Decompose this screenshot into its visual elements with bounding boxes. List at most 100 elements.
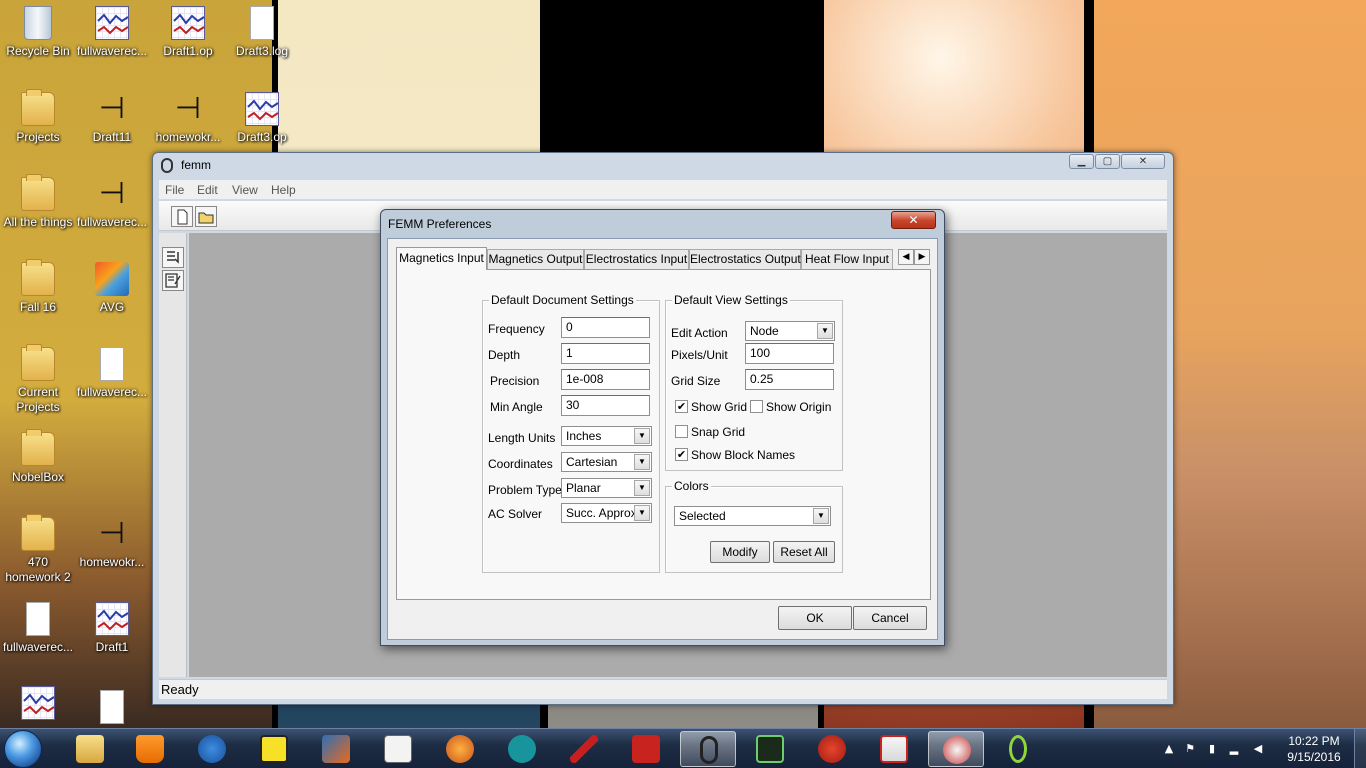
chevron-down-icon[interactable]: ▼: [817, 323, 833, 339]
show-hidden-icons-icon[interactable]: ▲: [1163, 743, 1175, 755]
desktop-icon-nobelbox[interactable]: NobelBox: [0, 429, 76, 485]
cancel-button[interactable]: Cancel: [853, 606, 927, 630]
flag-icon[interactable]: ⚑: [1184, 743, 1196, 755]
ok-button[interactable]: OK: [778, 606, 852, 630]
eagle-icon[interactable]: [866, 731, 922, 767]
color-select[interactable]: Selected ▼: [674, 506, 831, 526]
taskbar-app-glyph: [446, 735, 474, 763]
desktop-icon-recycle-bin[interactable]: Recycle Bin: [0, 6, 76, 59]
show-grid-checkbox[interactable]: ✔: [675, 400, 688, 413]
depth-field[interactable]: 1: [561, 343, 650, 364]
vlc-icon[interactable]: [122, 731, 178, 767]
femm-titlebar[interactable]: femm ▁ ▢ ✕: [153, 153, 1173, 179]
start-button[interactable]: [4, 730, 42, 768]
desktop-icon-document[interactable]: [74, 690, 150, 724]
menu-view[interactable]: View: [232, 183, 258, 197]
ac-solver-select[interactable]: Succ. Approx ▼: [561, 503, 652, 523]
chevron-down-icon[interactable]: ▼: [813, 508, 829, 524]
desktop-icon-fullwaverec-4[interactable]: fullwaverec...: [0, 602, 76, 655]
desktop-icon-draft1-op[interactable]: Draft1.op: [150, 6, 226, 59]
show-origin-checkbox[interactable]: [750, 400, 763, 413]
tab-magnetics-output[interactable]: Magnetics Output: [487, 249, 584, 269]
desktop-icon-draft3-log[interactable]: Draft3.log: [224, 6, 300, 59]
new-document-icon[interactable]: [171, 206, 193, 227]
desktop-icon-fullwaverec-3[interactable]: fullwaverec...: [74, 347, 150, 400]
preferences-dialog[interactable]: FEMM Preferences ✕ Magnetics Input Magne…: [380, 209, 945, 646]
solidworks-icon[interactable]: [618, 731, 674, 767]
volume-icon[interactable]: ◀: [1252, 743, 1264, 755]
taskbar-app-glyph: [818, 735, 846, 763]
battery-icon[interactable]: ▮: [1206, 743, 1218, 755]
edit-properties-icon[interactable]: [162, 270, 184, 291]
document-icon[interactable]: [370, 731, 426, 767]
snipping-tool-icon[interactable]: [928, 731, 984, 767]
femm-icon[interactable]: [680, 731, 736, 767]
network-icon[interactable]: ▂: [1228, 743, 1240, 755]
math-icon[interactable]: [432, 731, 488, 767]
problem-type-select[interactable]: Planar ▼: [561, 478, 652, 498]
coordinates-select[interactable]: Cartesian ▼: [561, 452, 652, 472]
chevron-down-icon[interactable]: ▼: [634, 480, 650, 496]
taskbar: ▲ ⚑ ▮ ▂ ◀ 10:22 PM 9/15/2016: [0, 728, 1366, 768]
sign-icon[interactable]: [246, 731, 302, 767]
clock-time[interactable]: 10:22 PM: [1284, 734, 1344, 748]
desktop-icon-fullwaverec-2[interactable]: ⊣ fullwaverec...: [74, 177, 150, 230]
app-icon[interactable]: [990, 731, 1046, 767]
scope-icon[interactable]: [742, 731, 798, 767]
chevron-down-icon[interactable]: ▼: [634, 428, 650, 444]
tab-heat-flow-input[interactable]: Heat Flow Input: [801, 249, 893, 269]
tab-scroll-right-icon[interactable]: ▶: [914, 249, 930, 265]
matlab-icon[interactable]: [308, 731, 364, 767]
arduino-icon[interactable]: [494, 731, 550, 767]
avg-icon: [95, 262, 129, 296]
ccleaner-icon[interactable]: [804, 731, 860, 767]
desktop-icon-draft1[interactable]: Draft1: [74, 602, 150, 655]
frequency-field[interactable]: 0: [561, 317, 650, 338]
show-desktop-button[interactable]: [1354, 729, 1366, 768]
firefox-icon[interactable]: [184, 731, 240, 767]
chevron-down-icon[interactable]: ▼: [634, 454, 650, 470]
desktop-icon-fullwaverec[interactable]: fullwaverec...: [74, 6, 150, 59]
maximize-button[interactable]: ▢: [1095, 154, 1120, 169]
modify-button[interactable]: Modify: [710, 541, 770, 563]
desktop-icon-avg[interactable]: AVG: [74, 262, 150, 315]
desktop-icon-homewokr[interactable]: ⊣ homewokr...: [150, 92, 226, 145]
file-explorer-icon[interactable]: [62, 731, 118, 767]
snap-grid-checkbox[interactable]: [675, 425, 688, 438]
minimize-button[interactable]: ▁: [1069, 154, 1094, 169]
tab-magnetics-input[interactable]: Magnetics Input: [396, 247, 487, 270]
desktop-icon-470-homework-2[interactable]: 470 homework 2: [0, 514, 76, 585]
dialog-close-button[interactable]: ✕: [891, 211, 936, 229]
desktop-icon-homewokr-2[interactable]: ⊣ homewokr...: [74, 517, 150, 570]
show-block-names-checkbox[interactable]: ✔: [675, 448, 688, 461]
desktop-icon-all-the-things[interactable]: All the things: [0, 174, 76, 230]
open-folder-icon[interactable]: [195, 206, 217, 227]
desktop-icon-projects[interactable]: Projects: [0, 89, 76, 145]
grid-size-field[interactable]: 0.25: [745, 369, 834, 390]
menu-file[interactable]: File: [165, 183, 184, 197]
folder-icon: [21, 174, 55, 211]
tab-scroll-left-icon[interactable]: ◀: [898, 249, 914, 265]
desktop-icon-draft11[interactable]: ⊣ Draft11: [74, 92, 150, 145]
length-units-select[interactable]: Inches ▼: [561, 426, 652, 446]
desktop-icon-draft3-op[interactable]: Draft3.op: [224, 92, 300, 145]
reset-all-button[interactable]: Reset All: [773, 541, 835, 563]
pixels-unit-field[interactable]: 100: [745, 343, 834, 364]
desktop-icon-current-projects[interactable]: Current Projects: [0, 344, 76, 415]
desktop-icon-plot-file[interactable]: [0, 686, 76, 720]
view-settings-group: Default View Settings Edit Action Node ▼…: [665, 293, 843, 471]
precision-field[interactable]: 1e-008: [561, 369, 650, 390]
solve-icon[interactable]: [162, 247, 184, 268]
min-angle-field[interactable]: 30: [561, 395, 650, 416]
desktop-icon-fall-16[interactable]: Fall 16: [0, 259, 76, 315]
menu-help[interactable]: Help: [271, 183, 296, 197]
chevron-down-icon[interactable]: ▼: [634, 505, 650, 521]
clock-date[interactable]: 9/15/2016: [1284, 750, 1344, 764]
menu-edit[interactable]: Edit: [197, 183, 218, 197]
tab-electrostatics-output[interactable]: Electrostatics Output: [689, 249, 801, 269]
femm-menubar: File Edit View Help: [159, 180, 1167, 200]
tab-electrostatics-input[interactable]: Electrostatics Input: [584, 249, 689, 269]
ltspice-icon[interactable]: [556, 731, 612, 767]
edit-action-select[interactable]: Node ▼: [745, 321, 835, 341]
close-button[interactable]: ✕: [1121, 154, 1165, 169]
